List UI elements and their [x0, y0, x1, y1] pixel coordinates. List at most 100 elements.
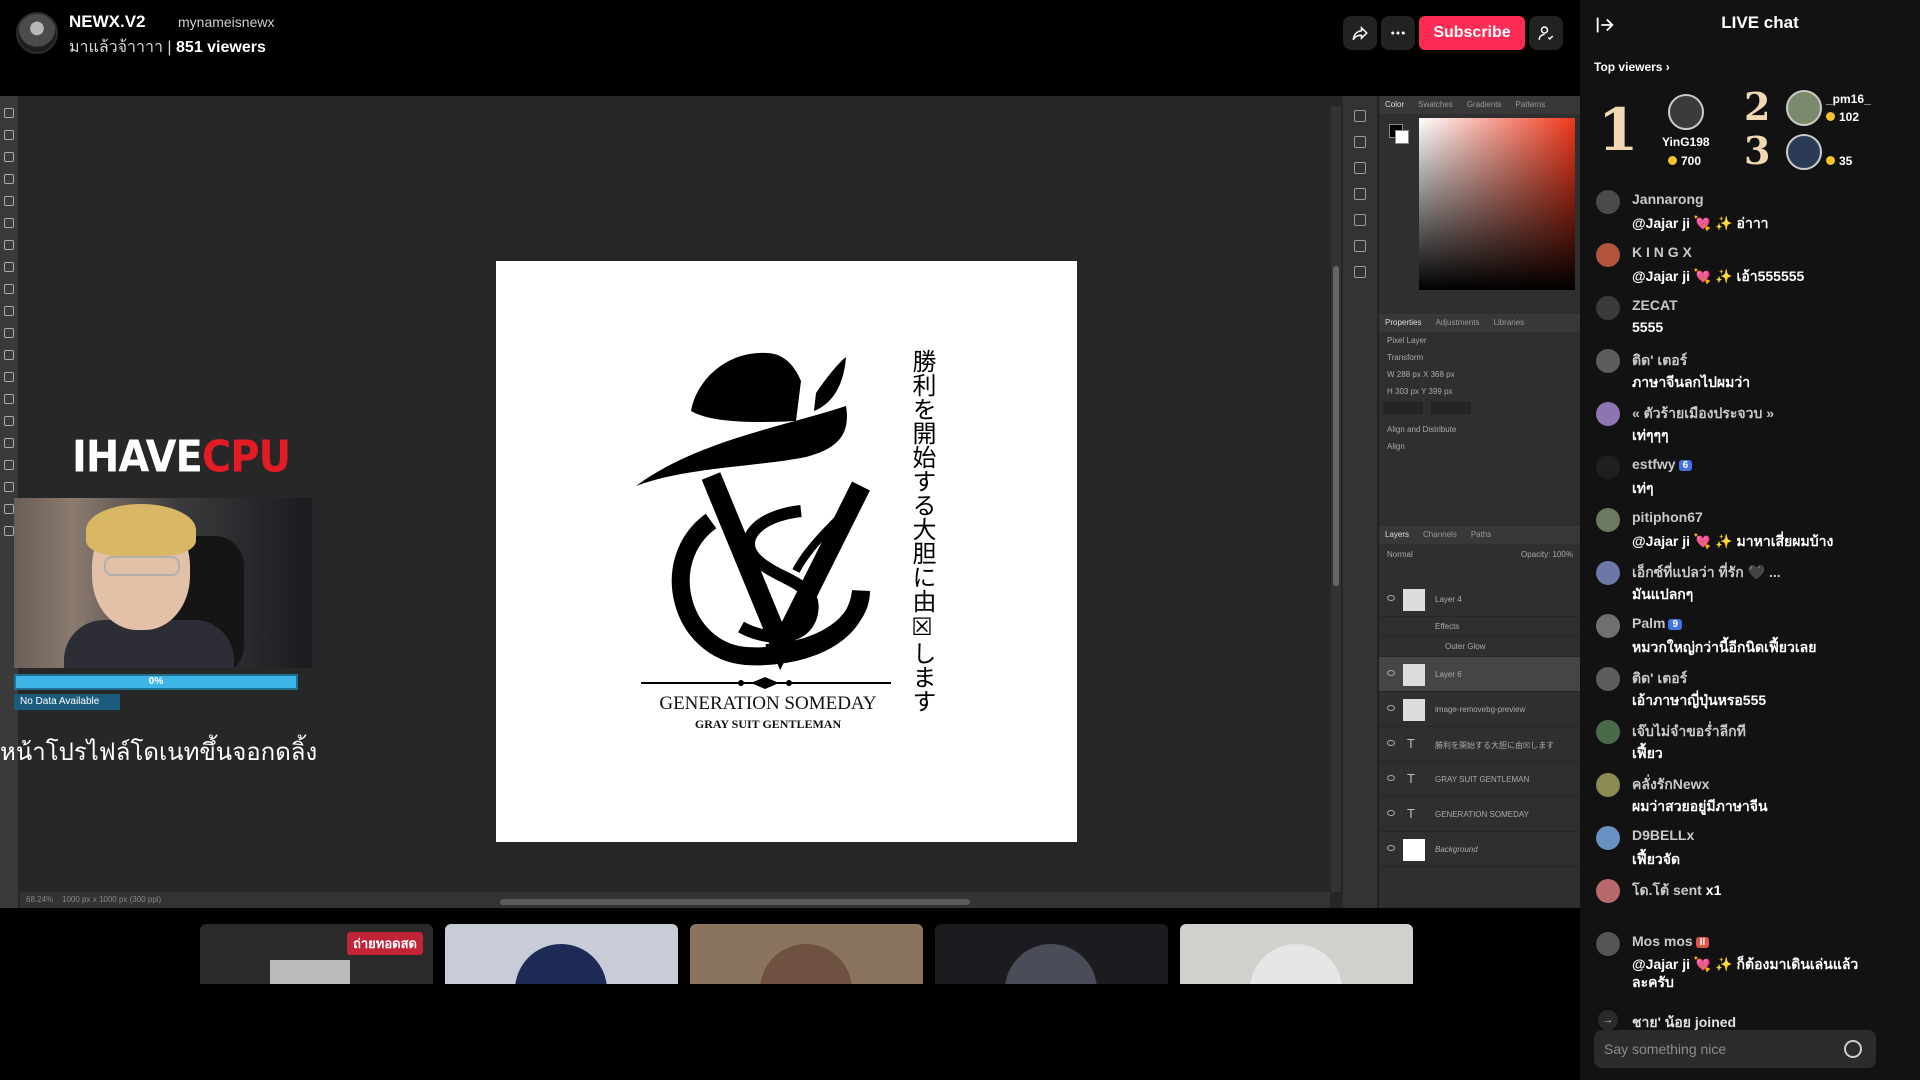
chat-username[interactable]: ZECAT — [1632, 297, 1678, 313]
canvas-horizontal-scrollbar[interactable] — [500, 899, 970, 905]
top-viewers-link[interactable]: Top viewers › — [1594, 60, 1670, 74]
eye-icon[interactable] — [1387, 705, 1395, 711]
chat-message[interactable]: เจ๊บไม่จำขอร่ำลีกที เฟี้ยว — [1596, 718, 1906, 771]
chat-message-list[interactable]: Jannarong @Jajar ji 💘 ✨ อ่าาา K I N G X @Ja… — [1596, 188, 1906, 1059]
opacity-field[interactable]: Opacity: 100% — [1521, 550, 1573, 559]
eye-icon[interactable] — [1387, 775, 1395, 781]
chat-avatar[interactable] — [1596, 614, 1620, 638]
chat-avatar[interactable] — [1596, 773, 1620, 797]
top-viewer-avatar[interactable] — [1786, 90, 1822, 126]
chat-avatar[interactable] — [1596, 455, 1620, 479]
chat-username[interactable]: ติด' เตอร์ — [1632, 668, 1687, 690]
live-thumbnail[interactable] — [690, 924, 923, 984]
profile-button[interactable] — [1529, 16, 1563, 50]
chat-username[interactable]: Palm 9 — [1632, 615, 1683, 631]
chat-avatar[interactable] — [1596, 720, 1620, 744]
layer-row[interactable]: Layer 6 — [1379, 657, 1580, 692]
host-handle[interactable]: mynameisnewx — [178, 14, 274, 30]
chat-username[interactable]: K I N G X — [1632, 244, 1692, 260]
eye-icon[interactable] — [1387, 595, 1395, 601]
tab-layers[interactable]: Layers — [1385, 530, 1409, 540]
chat-message[interactable]: Mos mos II @Jajar ji 💘 ✨ ก็ต้องมาเดินเล่นแ… — [1596, 930, 1906, 1006]
emoji-icon[interactable] — [1844, 1040, 1862, 1058]
live-thumbnail[interactable] — [1180, 924, 1413, 984]
layer-effect-row[interactable]: Effects — [1379, 617, 1580, 637]
tab-libraries[interactable]: Libraries — [1494, 318, 1525, 328]
chat-avatar[interactable] — [1596, 243, 1620, 267]
chat-message[interactable]: pitiphon67 @Jajar ji 💘 ✨ มาหาเสี่ยผมบ้าง — [1596, 506, 1906, 559]
live-thumbnail[interactable] — [445, 924, 678, 984]
top-viewer-name[interactable]: _pm16_ — [1826, 92, 1871, 106]
live-thumbnail[interactable]: ถ่ายทอดสด — [200, 924, 433, 984]
tab-adjustments[interactable]: Adjustments — [1435, 318, 1479, 328]
chat-username[interactable]: โด.โต้ sent x1 — [1632, 880, 1721, 902]
chat-username[interactable]: เจ๊บไม่จำขอร่ำลีกที — [1632, 721, 1746, 743]
chat-message[interactable]: ติด' เตอร์ ภาษาจีนลกไปผมว่า — [1596, 347, 1906, 400]
eye-icon[interactable] — [1387, 845, 1395, 851]
chat-message[interactable]: D9BELLx เฟี้ยวจัด — [1596, 824, 1906, 877]
tab-swatches[interactable]: Swatches — [1418, 100, 1453, 110]
share-button[interactable] — [1343, 16, 1377, 50]
top-viewer-avatar[interactable] — [1786, 134, 1822, 170]
chat-message[interactable]: เอ็กซ์ที่แปลว่า ที่รัก 🖤 ... มันแปลกๆ — [1596, 559, 1906, 612]
chat-username[interactable]: Jannarong — [1632, 191, 1704, 207]
tab-properties[interactable]: Properties — [1385, 318, 1421, 328]
chat-avatar[interactable] — [1596, 508, 1620, 532]
canvas-vertical-scrollbar[interactable] — [1331, 106, 1341, 892]
eye-icon[interactable] — [1387, 670, 1395, 676]
top-viewer-avatar[interactable] — [1668, 94, 1704, 130]
host-avatar[interactable] — [16, 12, 58, 54]
tab-gradients[interactable]: Gradients — [1467, 100, 1502, 110]
chat-avatar[interactable] — [1596, 402, 1620, 426]
viewer-count[interactable]: 851 viewers — [176, 39, 266, 56]
chat-username[interactable]: estfwy 6 — [1632, 456, 1693, 472]
chat-input[interactable] — [1604, 1039, 1824, 1059]
eye-icon[interactable] — [1387, 740, 1395, 746]
blend-mode-select[interactable]: Normal — [1387, 550, 1413, 559]
layer-row[interactable]: T GENERATION SOMEDAY — [1379, 797, 1580, 832]
chat-username[interactable]: Mos mos II — [1632, 933, 1710, 949]
chat-avatar[interactable] — [1596, 879, 1620, 903]
chat-username[interactable]: D9BELLx — [1632, 827, 1694, 843]
color-picker-field[interactable] — [1419, 118, 1575, 290]
layer-effect-row[interactable]: Outer Glow — [1379, 637, 1580, 657]
live-thumbnail[interactable] — [935, 924, 1168, 984]
layer-row[interactable]: Layer 4 — [1379, 582, 1580, 617]
chat-username[interactable]: « ตัวร้ายเมืองประจวบ » — [1632, 403, 1774, 425]
eye-icon[interactable] — [1387, 810, 1395, 816]
chat-message[interactable]: K I N G X @Jajar ji 💘 ✨ เอ้า555555 — [1596, 241, 1906, 294]
chat-avatar[interactable] — [1596, 561, 1620, 585]
rotation-field[interactable] — [1383, 402, 1423, 414]
tab-patterns[interactable]: Patterns — [1516, 100, 1546, 110]
chat-avatar[interactable] — [1596, 667, 1620, 691]
chat-input-box[interactable] — [1594, 1030, 1876, 1068]
chat-message[interactable]: estfwy 6 เท่ๆ — [1596, 453, 1906, 506]
background-color-swatch[interactable] — [1395, 130, 1409, 144]
chat-avatar[interactable] — [1596, 190, 1620, 214]
layer-row[interactable]: Background — [1379, 832, 1580, 867]
chat-username[interactable]: เอ็กซ์ที่แปลว่า ที่รัก 🖤 ... — [1632, 562, 1781, 584]
layer-row[interactable]: T 勝利を開始する大胆に由☒します — [1379, 727, 1580, 762]
tab-paths[interactable]: Paths — [1471, 530, 1491, 540]
chat-message[interactable]: Palm 9 หมวกใหญ่กว่านี้อีกนิดเฟี้ยวเลย — [1596, 612, 1906, 665]
chat-avatar[interactable] — [1596, 349, 1620, 373]
subscribe-button[interactable]: Subscribe — [1419, 16, 1525, 50]
chat-message[interactable]: Jannarong @Jajar ji 💘 ✨ อ่าาา — [1596, 188, 1906, 241]
stream-video[interactable]: GENERATION SOMEDAY GRAY SUIT GENTLEMAN 勝… — [0, 96, 1580, 908]
chat-message[interactable]: โด.โต้ sent x1 — [1596, 877, 1906, 930]
chat-username[interactable]: pitiphon67 — [1632, 509, 1703, 525]
chat-avatar[interactable] — [1596, 296, 1620, 320]
chat-avatar[interactable] — [1596, 932, 1620, 956]
chat-avatar[interactable] — [1596, 826, 1620, 850]
tab-channels[interactable]: Channels — [1423, 530, 1457, 540]
chat-message[interactable]: ติด' เตอร์ เอ้าภาษาญี่ปุ่นหรอ555 — [1596, 665, 1906, 718]
chat-message[interactable]: ZECAT 5555 — [1596, 294, 1906, 347]
host-name[interactable]: NEWX.V2 — [69, 12, 146, 32]
flip-field[interactable] — [1431, 402, 1471, 414]
chat-message[interactable]: คลั่งรักNewx ผมว่าสวยอยู่มีภาษาจีน — [1596, 771, 1906, 824]
more-button[interactable] — [1381, 16, 1415, 50]
layer-row[interactable]: T GRAY SUIT GENTLEMAN — [1379, 762, 1580, 797]
tab-color[interactable]: Color — [1385, 100, 1404, 110]
chat-message[interactable]: « ตัวร้ายเมืองประจวบ » เท่ๆๆๆ — [1596, 400, 1906, 453]
layer-row[interactable]: image-removebg-preview — [1379, 692, 1580, 727]
